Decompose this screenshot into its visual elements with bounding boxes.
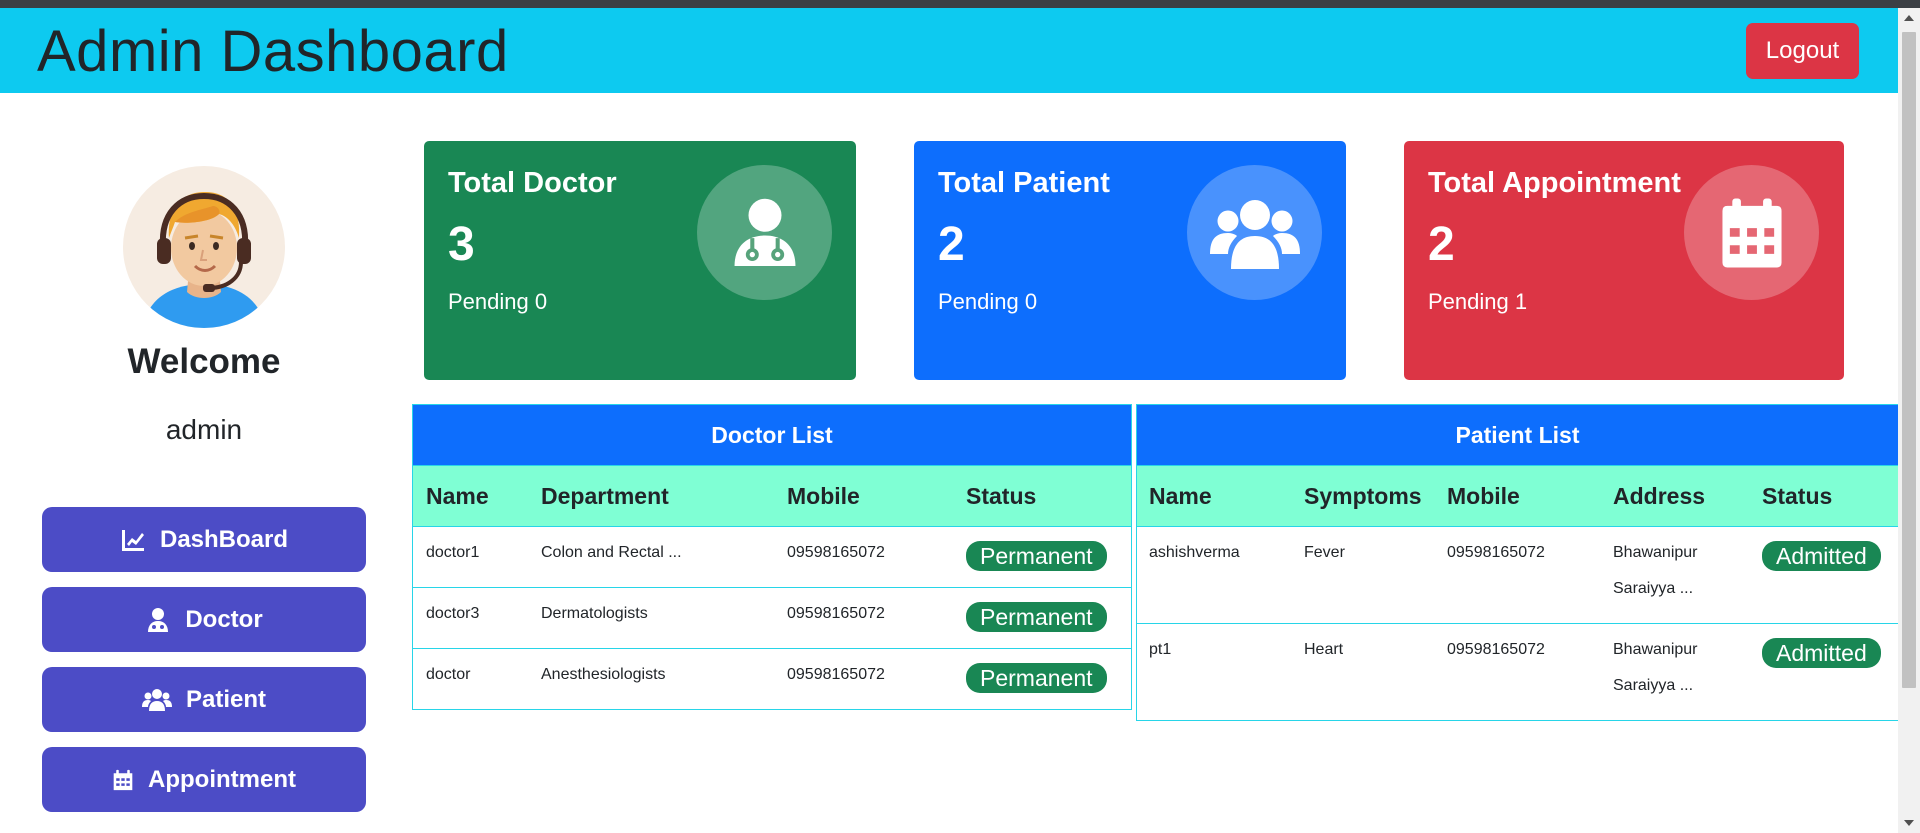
cell-department: Anesthesiologists	[541, 666, 666, 683]
total-doctor-card[interactable]: Total Doctor 3 Pending 0	[424, 141, 856, 380]
welcome-text: Welcome	[127, 342, 281, 381]
status-badge: Admitted	[1762, 638, 1881, 668]
patient-list-column-header: Name Symptoms Mobile Address Status	[1137, 466, 1898, 527]
user-doctor-icon	[734, 198, 795, 266]
users-icon	[141, 688, 172, 711]
cell-name: ashishverma	[1149, 544, 1240, 561]
page-title: Admin Dashboard	[37, 19, 509, 84]
top-header: Admin Dashboard Logout	[0, 8, 1898, 93]
doctor-list-table: Doctor List Name Department Mobile Statu…	[412, 404, 1132, 710]
cell-name: pt1	[1149, 641, 1172, 658]
scrollbar-thumb[interactable]	[1902, 32, 1916, 688]
window-top-strip	[0, 0, 1920, 8]
cell-address-line2: Saraiyya ...	[1613, 677, 1694, 694]
status-badge: Admitted	[1762, 541, 1881, 571]
calendar-icon	[1721, 198, 1782, 267]
table-row: doctor Anesthesiologists 09598165072 Per…	[413, 649, 1131, 709]
admin-avatar-icon	[143, 192, 265, 328]
cell-address-line2: Saraiyya ...	[1613, 580, 1694, 597]
total-appointment-card[interactable]: Total Appointment 2 Pending 1	[1404, 141, 1844, 380]
scroll-up-arrow-icon[interactable]	[1904, 15, 1914, 21]
users-icon	[1209, 199, 1300, 269]
cell-mobile: 09598165072	[787, 666, 885, 683]
table-row: ashishverma Fever 09598165072 Bhawanipur…	[1137, 527, 1898, 624]
cell-name: doctor	[426, 666, 471, 683]
doctor-list-title: Doctor List	[413, 405, 1131, 466]
scroll-down-arrow-icon[interactable]	[1904, 820, 1914, 826]
sidebar-item-patient[interactable]: Patient	[42, 667, 366, 732]
card-pending: Pending 1	[1428, 289, 1528, 314]
card-pending: Pending 0	[448, 289, 548, 314]
card-count: 3	[448, 218, 475, 271]
card-title: Total Appointment	[1428, 167, 1681, 199]
username-text: admin	[165, 414, 243, 445]
card-count: 2	[1428, 218, 1455, 271]
sidebar-item-dashboard[interactable]: DashBoard	[42, 507, 366, 572]
chart-line-icon	[121, 529, 144, 551]
cell-address-line1: Bhawanipur	[1613, 641, 1698, 658]
card-count: 2	[938, 218, 965, 271]
patient-list-title: Patient List	[1137, 405, 1898, 466]
sidebar-item-doctor[interactable]: Doctor	[42, 587, 366, 652]
column-header-address: Address	[1613, 483, 1706, 509]
status-badge: Permanent	[966, 663, 1107, 693]
column-header-mobile: Mobile	[1447, 483, 1520, 509]
cell-mobile: 09598165072	[1447, 544, 1545, 561]
card-pending: Pending 0	[938, 289, 1038, 314]
sidebar-item-appointment[interactable]: Appointment	[42, 747, 366, 812]
cell-department: Colon and Rectal ...	[541, 544, 682, 561]
card-icon-circle	[697, 165, 832, 300]
sidebar-item-label: Appointment	[148, 765, 296, 793]
cell-symptoms: Fever	[1304, 544, 1345, 561]
table-row: doctor1 Colon and Rectal ... 09598165072…	[413, 527, 1131, 588]
column-header-name: Name	[426, 482, 489, 509]
column-header-mobile: Mobile	[787, 482, 860, 509]
cell-symptoms: Heart	[1304, 641, 1344, 658]
sidebar-item-label: Doctor	[185, 605, 263, 633]
cell-mobile: 09598165072	[1447, 641, 1545, 658]
card-title: Total Doctor	[448, 167, 617, 199]
sidebar-item-label: Patient	[185, 685, 266, 713]
column-header-department: Department	[541, 482, 669, 509]
cell-name: doctor1	[426, 544, 480, 561]
user-doctor-icon	[148, 607, 169, 632]
cell-department: Dermatologists	[541, 605, 648, 622]
cell-mobile: 09598165072	[787, 544, 885, 561]
column-header-name: Name	[1149, 483, 1212, 509]
table-row: pt1 Heart 09598165072 Bhawanipur Saraiyy…	[1137, 624, 1898, 720]
status-badge: Permanent	[966, 602, 1107, 632]
cell-mobile: 09598165072	[787, 605, 885, 622]
column-header-symptoms: Symptoms	[1304, 483, 1422, 509]
card-icon-circle	[1684, 165, 1819, 300]
card-icon-circle	[1187, 165, 1322, 300]
logout-button[interactable]: Logout	[1746, 23, 1859, 79]
column-header-status: Status	[966, 482, 1037, 509]
cell-address-line1: Bhawanipur	[1613, 544, 1698, 561]
status-badge: Permanent	[966, 541, 1107, 571]
doctor-list-column-header: Name Department Mobile Status	[413, 466, 1131, 527]
sidebar-item-label: DashBoard	[159, 525, 289, 553]
column-header-status: Status	[1762, 483, 1833, 509]
avatar	[123, 166, 285, 328]
patient-list-table: Patient List Name Symptoms Mobile Addres…	[1136, 404, 1898, 721]
calendar-icon	[113, 769, 133, 790]
cell-name: doctor3	[426, 605, 480, 622]
total-patient-card[interactable]: Total Patient 2 Pending 0	[914, 141, 1346, 380]
card-title: Total Patient	[938, 167, 1110, 199]
table-row: doctor3 Dermatologists 09598165072 Perma…	[413, 588, 1131, 649]
